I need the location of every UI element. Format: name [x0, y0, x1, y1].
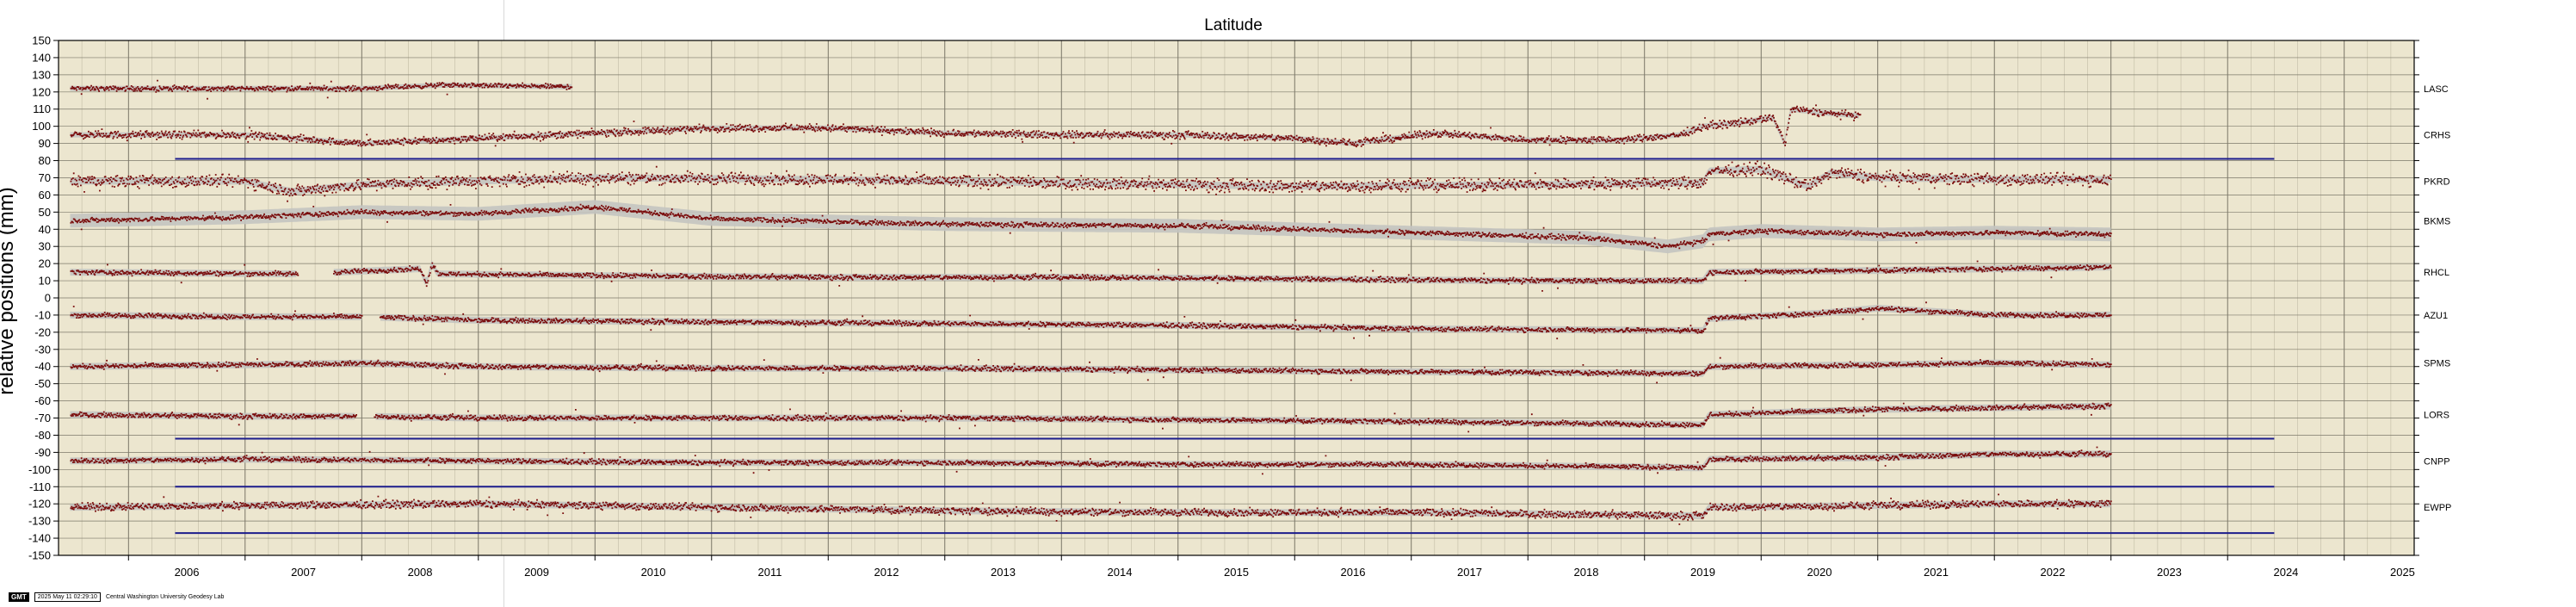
y-tick-label: 90	[39, 137, 51, 150]
y-tick-label: 0	[45, 292, 51, 305]
y-tick-label: 60	[39, 189, 51, 201]
station-label-bkms: BKMS	[2424, 216, 2450, 226]
footer: GMT 2025 May 11 02:29:10 Central Washing…	[9, 592, 224, 602]
x-tick-label: 2017	[1457, 566, 1482, 579]
timestamp: 2025 May 11 02:29:10	[34, 592, 101, 602]
x-tick-label: 2011	[758, 566, 782, 579]
x-tick-label: 2012	[874, 566, 899, 579]
x-tick-label: 2008	[408, 566, 433, 579]
station-label-pkrd: PKRD	[2424, 177, 2450, 187]
y-tick-label: 50	[39, 206, 51, 219]
y-axis-label: relative positions (mm)	[0, 187, 18, 394]
y-tick-label: 20	[39, 257, 51, 270]
chart-title: Latitude	[1204, 16, 1263, 34]
x-tick-label: 2007	[291, 566, 316, 579]
y-tick-label: 10	[39, 275, 51, 288]
x-tick-label: 2021	[1924, 566, 1949, 579]
x-tick-label: 2015	[1224, 566, 1249, 579]
y-tick-label: 80	[39, 154, 51, 167]
x-tick-label: 2020	[1807, 566, 1832, 579]
y-tick-label: 100	[32, 120, 51, 133]
y-tick-label: -110	[29, 480, 51, 493]
station-label-crhs: CRHS	[2424, 131, 2450, 141]
x-tick-label: 2018	[1574, 566, 1599, 579]
x-tick-label: 2023	[2157, 566, 2182, 579]
y-tick-label: 40	[39, 223, 51, 236]
y-tick-label: -100	[28, 463, 51, 476]
station-label-spms: SPMS	[2424, 359, 2450, 369]
y-tick-label: -150	[28, 549, 51, 562]
y-tick-label: 140	[32, 51, 51, 64]
y-tick-label: -70	[34, 412, 51, 424]
y-tick-label: -90	[34, 446, 51, 459]
y-tick-label: 70	[39, 171, 51, 184]
y-tick-label: -130	[28, 515, 51, 528]
y-tick-label: 120	[32, 85, 51, 98]
x-tick-label: 2010	[641, 566, 666, 579]
y-tick-label: -60	[34, 394, 51, 407]
y-tick-label: -30	[34, 343, 51, 356]
y-tick-label: 130	[32, 68, 51, 81]
y-tick-label: -50	[34, 377, 51, 390]
x-tick-label: 2014	[1108, 566, 1133, 579]
station-label-rhcl: RHCL	[2424, 268, 2449, 278]
x-tick-label: 2019	[1690, 566, 1715, 579]
x-tick-label: 2006	[175, 566, 200, 579]
station-labels: LASC CRHS PKRD BKMS RHCL AZU1 SPMS LORS CNPP EWPP	[2424, 84, 2451, 513]
station-label-lors: LORS	[2424, 411, 2449, 421]
x-tick-labels: 2006 2007 2008 2009 2010 2011 2012 2013 2014 2015…	[175, 566, 2415, 579]
y-tick-label: -140	[28, 532, 51, 545]
x-tick-label: 2024	[2273, 566, 2298, 579]
x-tick-label: 2016	[1341, 566, 1366, 579]
credit-text: Central Washington University Geodesy La…	[105, 594, 225, 600]
x-tick-label: 2013	[991, 566, 1016, 579]
station-label-cnpp: CNPP	[2424, 456, 2450, 467]
x-tick-label: 2025	[2390, 566, 2415, 579]
y-tick-label: 150	[32, 34, 51, 47]
y-tick-label: -40	[34, 360, 51, 373]
y-tick-labels: 1501401301201101009080706050403020100-10…	[28, 34, 51, 562]
x-tick-label: 2022	[2041, 566, 2066, 579]
y-tick-label: 30	[39, 240, 51, 253]
y-tick-label: -120	[28, 498, 51, 511]
y-tick-label: -80	[34, 429, 51, 442]
y-tick-label: -10	[34, 308, 51, 321]
gmt-logo: GMT	[9, 592, 29, 602]
y-tick-label: 110	[33, 102, 51, 115]
station-label-azu1: AZU1	[2424, 311, 2448, 321]
latitude-chart: Latitude relative positions (mm) 150 140 1…	[0, 16, 2451, 579]
station-label-ewpp: EWPP	[2424, 503, 2451, 513]
y-tick-label: -20	[34, 325, 51, 338]
x-tick-label: 2009	[524, 566, 549, 579]
station-label-lasc: LASC	[2424, 84, 2449, 95]
